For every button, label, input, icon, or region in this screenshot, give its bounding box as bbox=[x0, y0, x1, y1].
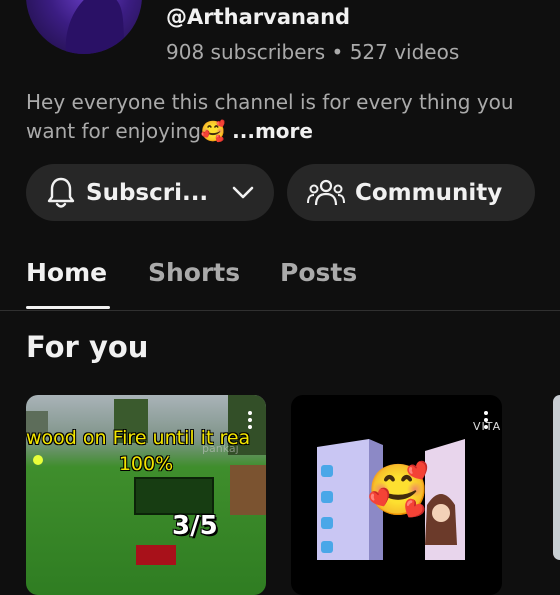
subscribe-button[interactable]: Subscri... bbox=[26, 164, 274, 221]
red-block bbox=[136, 545, 176, 565]
next-card-peek[interactable] bbox=[553, 395, 560, 560]
community-label: Community bbox=[355, 179, 503, 206]
tab-posts[interactable]: Posts bbox=[280, 258, 357, 287]
more-link[interactable]: ...more bbox=[232, 119, 313, 143]
tab-home[interactable]: Home bbox=[26, 258, 107, 287]
smiling-face-emoji: 🥰 bbox=[367, 461, 430, 519]
more-options-icon[interactable] bbox=[248, 411, 252, 429]
progress-counter: 3/5 bbox=[172, 511, 218, 541]
video-card[interactable]: pankaj wood on Fire until it rea 100% 3/… bbox=[26, 395, 266, 595]
active-tab-indicator bbox=[26, 306, 110, 309]
video-card[interactable]: 🥰 VITA bbox=[291, 395, 502, 595]
channel-handle: @Artharvanand bbox=[166, 5, 351, 29]
meta-separator: • bbox=[331, 40, 344, 64]
crate-block bbox=[230, 465, 266, 515]
channel-tabs: Home Shorts Posts bbox=[0, 246, 560, 311]
tab-shorts[interactable]: Shorts bbox=[148, 258, 240, 287]
section-title: For you bbox=[26, 330, 149, 364]
avatar-art bbox=[65, 0, 126, 54]
chevron-down-icon bbox=[232, 186, 254, 198]
channel-avatar[interactable] bbox=[26, 0, 142, 54]
bell-icon bbox=[47, 177, 75, 208]
yellow-dot bbox=[33, 455, 43, 465]
video-count: 527 videos bbox=[349, 40, 460, 64]
community-button[interactable]: Community bbox=[287, 164, 535, 221]
channel-description[interactable]: Hey everyone this channel is for every t… bbox=[26, 88, 536, 146]
dark-block bbox=[134, 477, 214, 515]
thumbnail-caption: wood on Fire until it rea bbox=[26, 427, 251, 449]
more-options-icon[interactable] bbox=[484, 411, 488, 429]
channel-meta: 908 subscribers • 527 videos bbox=[166, 40, 459, 64]
subscribe-label: Subscri... bbox=[86, 179, 209, 206]
subscriber-count: 908 subscribers bbox=[166, 40, 326, 64]
community-icon bbox=[307, 179, 345, 205]
